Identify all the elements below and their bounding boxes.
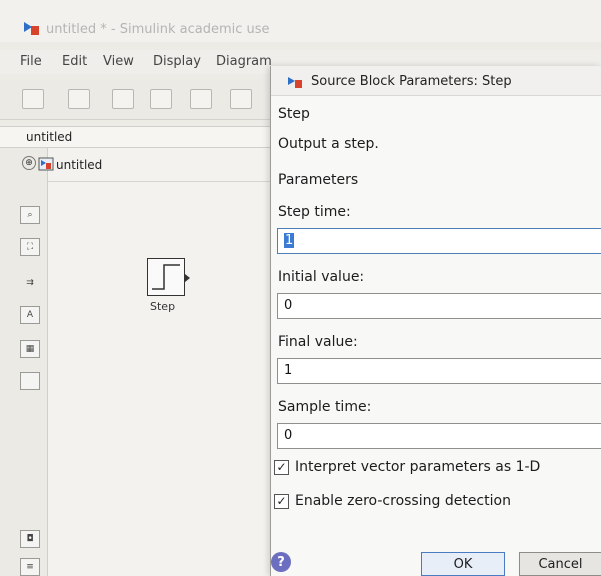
model-canvas[interactable] [48, 148, 270, 576]
up-arrow-icon[interactable] [190, 89, 212, 109]
model-info-icon[interactable]: ≡ [20, 558, 40, 576]
zero-crossing-checkbox[interactable]: ✓ [274, 493, 289, 509]
step-output-port[interactable] [185, 274, 190, 282]
menu-display[interactable]: Display [153, 54, 201, 69]
zero-crossing-row[interactable]: ✓ Enable zero-crossing detection [274, 493, 511, 509]
block-description: Output a step. [278, 136, 379, 152]
new-model-icon[interactable] [22, 89, 44, 109]
simulink-app-icon [24, 22, 39, 35]
main-titlebar: untitled * - Simulink academic use [0, 0, 601, 42]
step-block-label: Step [150, 300, 176, 313]
explorer-model-name[interactable]: untitled [56, 158, 102, 172]
block-parameters-dialog: Source Block Parameters: Step Step Outpu… [270, 66, 601, 576]
annotation-icon[interactable]: A [20, 306, 40, 324]
fit-to-view-icon[interactable]: ⛶ [20, 238, 40, 256]
address-bar: untitled [0, 126, 270, 148]
hide-explorer-icon[interactable]: ⊕ [22, 156, 36, 170]
sample-time-field[interactable]: 0 [277, 423, 601, 449]
left-palette: ⌕ ⛶ ⇉ A ▦ ◘ ≡ [0, 148, 48, 576]
step-block[interactable] [147, 258, 185, 296]
final-value-label: Final value: [278, 334, 358, 350]
block-type: Step [278, 106, 310, 122]
final-value-field[interactable]: 1 [277, 358, 601, 384]
parameters-heading: Parameters [278, 172, 359, 188]
zero-crossing-label: Enable zero-crossing detection [295, 493, 511, 509]
undo-icon[interactable] [112, 89, 134, 109]
help-icon[interactable]: ? [271, 552, 291, 572]
final-value-value: 1 [284, 363, 293, 378]
step-time-value: 1 [284, 233, 295, 248]
dialog-titlebar: Source Block Parameters: Step [271, 66, 601, 96]
window-title: untitled * - Simulink academic use [46, 22, 270, 37]
area-icon[interactable] [20, 372, 40, 390]
step-icon [152, 264, 180, 290]
image-icon[interactable]: ▦ [20, 340, 40, 358]
initial-value-value: 0 [284, 298, 293, 313]
dialog-title: Source Block Parameters: Step [311, 74, 512, 89]
interpret-vector-checkbox[interactable]: ✓ [274, 459, 289, 475]
model-icon [38, 157, 54, 171]
interpret-vector-label: Interpret vector parameters as 1-D [295, 459, 541, 475]
menu-file[interactable]: File [20, 54, 42, 69]
menu-diagram[interactable]: Diagram [216, 54, 272, 69]
cancel-button[interactable]: Cancel [519, 552, 601, 576]
camera-icon[interactable]: ◘ [20, 530, 40, 548]
interpret-vector-row[interactable]: ✓ Interpret vector parameters as 1-D [274, 459, 540, 475]
library-browser-icon[interactable] [230, 89, 252, 109]
step-time-label: Step time: [278, 204, 351, 220]
menu-edit[interactable]: Edit [62, 54, 87, 69]
sample-time-label: Sample time: [278, 399, 372, 415]
initial-value-label: Initial value: [278, 269, 365, 285]
redo-icon[interactable] [150, 89, 172, 109]
zoom-icon[interactable]: ⌕ [20, 206, 40, 224]
sample-time-value: 0 [284, 428, 293, 443]
ok-button[interactable]: OK [421, 552, 505, 576]
main-toolbar [0, 80, 270, 120]
breadcrumb[interactable]: untitled [26, 130, 72, 144]
arrange-icon[interactable]: ⇉ [20, 274, 40, 292]
simulink-dialog-icon [288, 77, 302, 88]
step-time-field[interactable]: 1 [277, 228, 601, 254]
initial-value-field[interactable]: 0 [277, 293, 601, 319]
menu-view[interactable]: View [103, 54, 134, 69]
save-icon[interactable] [68, 89, 90, 109]
